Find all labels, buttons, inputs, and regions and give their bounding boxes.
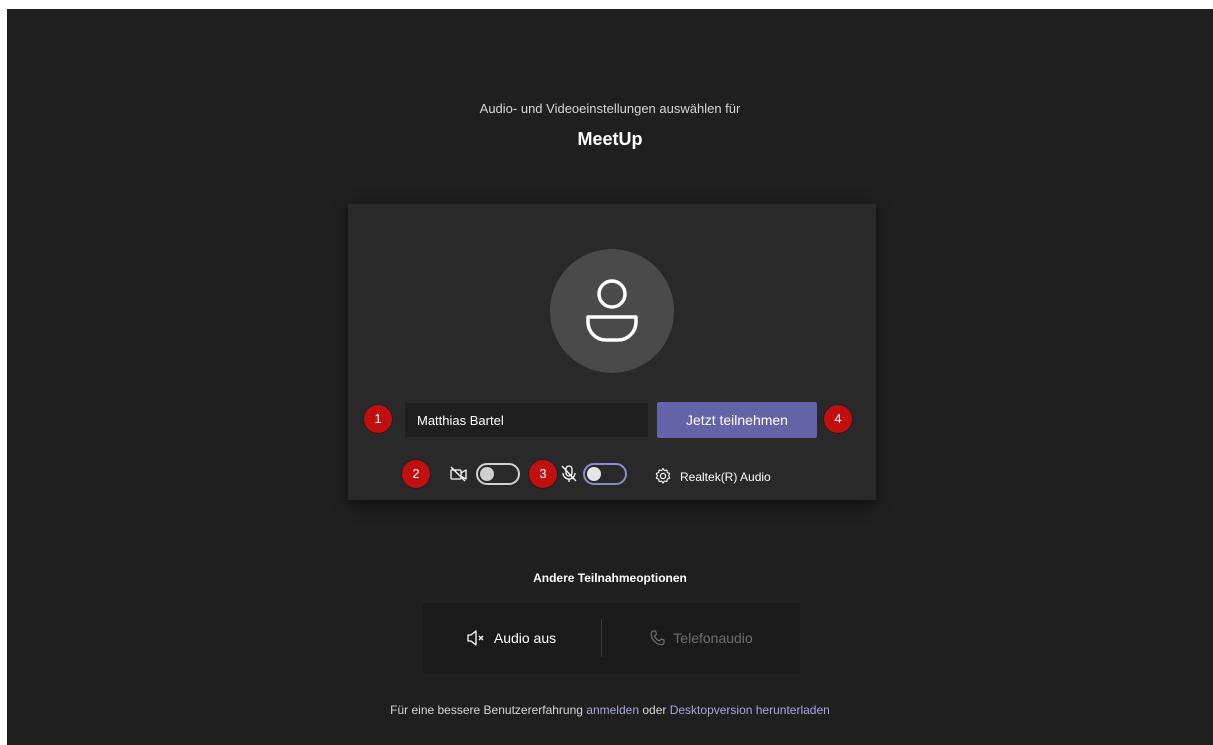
avatar <box>550 249 674 373</box>
footer-middle: oder <box>642 703 667 717</box>
prejoin-card: 1 Jetzt teilnehmen 4 2 3 Realtek(R) Audi… <box>348 204 876 500</box>
gear-icon[interactable] <box>654 467 672 485</box>
other-join-options-title: Andere Teilnahmeoptionen <box>533 571 687 585</box>
meeting-title: MeetUp <box>577 129 643 149</box>
meeting-prejoin-screen: Audio- und Videoeinstellungen auswählen … <box>7 9 1213 745</box>
video-off-icon[interactable] <box>449 465 469 483</box>
download-desktop-link[interactable]: Desktopversion herunterladen <box>670 703 830 717</box>
microphone-toggle-knob <box>587 467 601 481</box>
camera-toggle[interactable] <box>476 463 520 485</box>
prejoin-subtitle: Audio- und Videoeinstellungen auswählen … <box>479 101 741 116</box>
step-badge-3: 3 <box>529 460 557 488</box>
footer-prefix: Für eine bessere Benutzererfahrung <box>390 703 583 717</box>
sign-in-link[interactable]: anmelden <box>586 703 639 717</box>
step-badge-1: 1 <box>364 405 392 433</box>
audio-off-label: Audio aus <box>493 630 557 646</box>
speaker-muted-icon <box>467 630 484 646</box>
join-now-button[interactable]: Jetzt teilnehmen <box>657 402 817 438</box>
phone-audio-option[interactable]: Telefonaudio <box>602 603 800 673</box>
phone-audio-label: Telefonaudio <box>673 630 753 646</box>
camera-toggle-knob <box>480 467 494 481</box>
display-name-input[interactable] <box>405 403 648 437</box>
audio-device-label[interactable]: Realtek(R) Audio <box>680 470 771 484</box>
person-icon <box>586 279 638 342</box>
audio-off-option[interactable]: Audio aus <box>422 603 600 673</box>
microphone-toggle[interactable] <box>583 463 627 485</box>
phone-icon <box>650 630 665 646</box>
other-join-options-panel: Audio aus Telefonaudio <box>422 603 800 673</box>
step-badge-4: 4 <box>824 405 852 433</box>
mic-off-icon[interactable] <box>560 464 578 484</box>
step-badge-2: 2 <box>402 460 430 488</box>
footer-note: Für eine bessere Benutzererfahrung anmel… <box>7 703 1213 717</box>
